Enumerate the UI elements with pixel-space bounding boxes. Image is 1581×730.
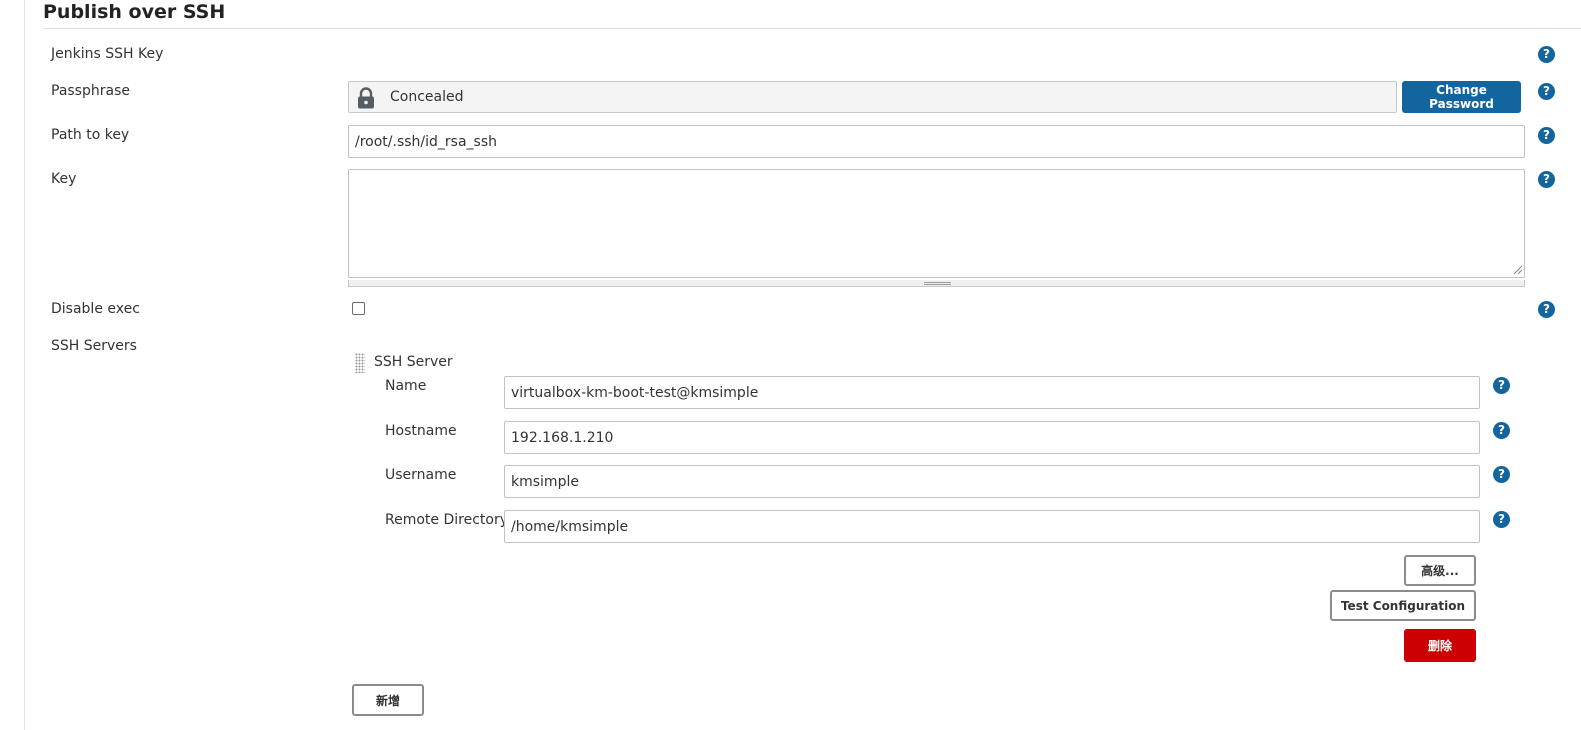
textarea-resize-bar[interactable] [348, 280, 1525, 287]
remote-directory-label: Remote Directory [385, 512, 508, 528]
passphrase-concealed-field: Concealed [348, 81, 1397, 113]
disable-exec-checkbox[interactable] [352, 302, 365, 315]
help-icon[interactable]: ? [1538, 46, 1555, 63]
help-icon[interactable]: ? [1538, 127, 1555, 144]
server-name-label: Name [385, 378, 427, 394]
test-configuration-button[interactable]: Test Configuration [1330, 590, 1476, 621]
remote-directory-input[interactable] [504, 510, 1480, 543]
path-to-key-input[interactable] [348, 125, 1525, 158]
help-icon[interactable]: ? [1538, 301, 1555, 318]
resize-grip-icon[interactable] [1512, 264, 1523, 275]
hostname-input[interactable] [504, 421, 1480, 454]
hostname-label: Hostname [385, 423, 457, 439]
username-input[interactable] [504, 465, 1480, 498]
jenkins-ssh-key-label: Jenkins SSH Key [51, 46, 164, 62]
delete-server-button[interactable]: 删除 [1404, 629, 1476, 662]
path-to-key-label: Path to key [51, 127, 130, 143]
key-label: Key [51, 171, 77, 187]
drag-handle-icon[interactable] [355, 353, 365, 373]
disable-exec-label: Disable exec [51, 301, 140, 317]
resize-grip-lines [924, 282, 951, 285]
section-title: Publish over SSH [43, 1, 226, 23]
passphrase-label: Passphrase [51, 83, 130, 99]
help-icon[interactable]: ? [1538, 171, 1555, 188]
help-icon[interactable]: ? [1493, 377, 1510, 394]
username-label: Username [385, 467, 457, 483]
help-icon[interactable]: ? [1493, 511, 1510, 528]
section-divider [43, 28, 1581, 29]
help-icon[interactable]: ? [1538, 83, 1555, 100]
concealed-text: Concealed [390, 89, 464, 105]
change-password-button[interactable]: Change Password [1402, 81, 1521, 113]
ssh-servers-label: SSH Servers [51, 338, 137, 354]
help-icon[interactable]: ? [1493, 422, 1510, 439]
help-icon[interactable]: ? [1493, 466, 1510, 483]
add-server-button[interactable]: 新增 [352, 684, 424, 716]
ssh-server-header: SSH Server [374, 354, 453, 370]
key-textarea[interactable] [348, 169, 1525, 278]
server-name-input[interactable] [504, 376, 1480, 409]
left-border [24, 0, 25, 730]
advanced-button[interactable]: 高级... [1404, 555, 1476, 586]
lock-icon [358, 87, 374, 109]
